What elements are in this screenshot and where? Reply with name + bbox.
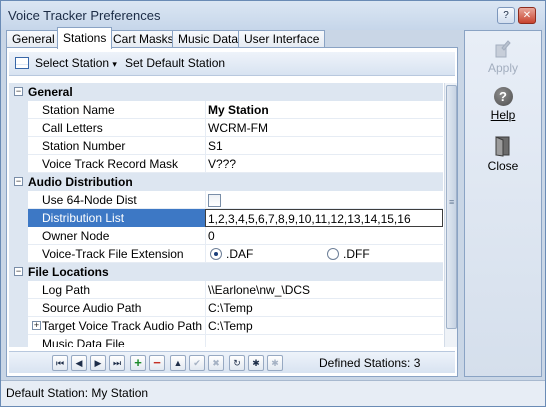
property-name: Call Letters	[42, 121, 103, 135]
property-row[interactable]: Station Number S1	[9, 137, 443, 155]
property-name: Station Number	[42, 139, 126, 153]
property-value	[205, 191, 443, 209]
property-name: Music Data File	[42, 337, 125, 347]
apply-label: Apply	[487, 61, 519, 75]
door-icon	[494, 135, 512, 157]
property-name: Owner Node	[42, 229, 110, 243]
delete-record-icon[interactable]: −	[149, 355, 165, 371]
select-station-label: Select Station	[35, 56, 110, 70]
property-row[interactable]: Voice Track Record Mask V???	[9, 155, 443, 173]
clear-filter-icon[interactable]: ✱	[267, 355, 283, 371]
property-value[interactable]: My Station	[205, 101, 443, 119]
help-label: Help	[490, 108, 516, 122]
last-record-icon[interactable]: ⏭	[109, 355, 125, 371]
property-row[interactable]: Log Path \\Earlone\nw_\DCS	[9, 281, 443, 299]
collapse-icon[interactable]: −	[14, 177, 23, 186]
property-value[interactable]: C:\Temp	[205, 299, 443, 317]
use-64-node-checkbox[interactable]	[208, 194, 221, 207]
close-title-button[interactable]: ✕	[518, 7, 536, 24]
property-row[interactable]: Voice-Track File Extension .DAF .DFF	[9, 245, 443, 263]
help-icon: ?	[493, 87, 513, 106]
radio-label: .DAF	[226, 247, 254, 261]
property-value[interactable]: 0	[205, 227, 443, 245]
title-bar: Voice Tracker Preferences ? ✕	[1, 1, 545, 30]
property-row[interactable]: Station Name My Station	[9, 101, 443, 119]
tab-music-data[interactable]: Music Data	[172, 30, 245, 48]
defined-stations-count: Defined Stations: 3	[319, 356, 421, 370]
category-general[interactable]: − General	[9, 83, 443, 101]
apply-icon	[494, 39, 512, 59]
radio-label: .DFF	[343, 247, 370, 261]
property-name: Voice Track Record Mask	[42, 157, 179, 171]
property-name: Voice-Track File Extension	[42, 247, 184, 261]
select-station-button[interactable]: Select Station ▾	[35, 56, 117, 70]
radio-selected-icon	[210, 248, 222, 260]
collapse-icon[interactable]: −	[14, 267, 23, 276]
status-bar: Default Station: My Station	[1, 380, 545, 406]
property-value[interactable]: \\Earlone\nw_\DCS	[205, 281, 443, 299]
cancel-edit-icon[interactable]: ✖	[208, 355, 224, 371]
category-label: General	[28, 85, 73, 99]
property-row[interactable]: Source Audio Path C:\Temp	[9, 299, 443, 317]
property-grid[interactable]: − General Station Name My Station Call L…	[9, 83, 443, 347]
filter-icon[interactable]: ✱	[248, 355, 264, 371]
tab-user-interface[interactable]: User Interface	[238, 30, 326, 48]
property-value[interactable]	[205, 335, 443, 347]
distribution-list-input[interactable]: 1,2,3,4,5,6,7,8,9,10,11,12,13,14,15,16	[205, 209, 443, 227]
preferences-window: Voice Tracker Preferences ? ✕ General St…	[0, 0, 546, 407]
property-value[interactable]: S1	[205, 137, 443, 155]
property-row[interactable]: Owner Node 0	[9, 227, 443, 245]
refresh-icon[interactable]: ↻	[229, 355, 245, 371]
record-navigator: ⏮ ◀ ▶ ⏭ + − ▲ ✔ ✖ ↻ ✱ ✱ Defined Stations…	[9, 351, 455, 373]
close-label: Close	[487, 159, 519, 173]
property-row[interactable]: Music Data File	[9, 335, 443, 347]
tab-cart-masks[interactable]: Cart Masks	[107, 30, 180, 48]
apply-button[interactable]: Apply	[465, 39, 541, 75]
tab-general[interactable]: General	[6, 30, 61, 48]
action-sidebar: Apply ? Help Close	[464, 30, 542, 377]
category-label: File Locations	[28, 265, 109, 279]
property-value[interactable]: WCRM-FM	[205, 119, 443, 137]
tab-stations[interactable]: Stations	[57, 27, 113, 49]
category-label: Audio Distribution	[28, 175, 133, 189]
next-record-icon[interactable]: ▶	[90, 355, 106, 371]
property-name: Station Name	[42, 103, 115, 117]
property-value: .DAF .DFF	[205, 245, 443, 263]
property-name: Use 64-Node Dist	[42, 193, 137, 207]
property-value[interactable]: C:\Temp	[205, 317, 443, 335]
property-name: Distribution List	[28, 209, 205, 227]
property-value[interactable]: V???	[205, 155, 443, 173]
prev-record-icon[interactable]: ◀	[71, 355, 87, 371]
help-button[interactable]: ? Help	[465, 87, 541, 122]
radio-daf[interactable]: .DAF	[210, 247, 253, 261]
station-toolbar: Select Station ▾ Set Default Station	[9, 52, 455, 76]
property-row[interactable]: Call Letters WCRM-FM	[9, 119, 443, 137]
first-record-icon[interactable]: ⏮	[52, 355, 68, 371]
category-file-locations[interactable]: − File Locations	[9, 263, 443, 281]
property-row[interactable]: + Target Voice Track Audio Path C:\Temp	[9, 317, 443, 335]
post-record-icon[interactable]: ✔	[189, 355, 205, 371]
category-audio-distribution[interactable]: − Audio Distribution	[9, 173, 443, 191]
property-name: Source Audio Path	[42, 301, 142, 315]
radio-dff[interactable]: .DFF	[327, 247, 370, 261]
add-record-icon[interactable]: +	[130, 355, 146, 371]
property-name: Target Voice Track Audio Path	[42, 319, 203, 333]
grid-icon	[15, 57, 29, 69]
stations-panel: Select Station ▾ Set Default Station − G…	[6, 47, 458, 377]
grip-icon: ≡	[449, 197, 455, 207]
window-title: Voice Tracker Preferences	[8, 8, 161, 23]
radio-icon	[327, 248, 339, 260]
close-button[interactable]: Close	[465, 135, 541, 173]
collapse-icon[interactable]: −	[14, 87, 23, 96]
dropdown-caret-icon: ▾	[112, 59, 117, 69]
property-row[interactable]: Distribution List 1,2,3,4,5,6,7,8,9,10,1…	[9, 209, 443, 227]
property-name: Log Path	[42, 283, 91, 297]
set-default-station-button[interactable]: Set Default Station	[125, 56, 225, 70]
scrollbar-thumb[interactable]: ≡	[446, 85, 457, 329]
move-up-icon[interactable]: ▲	[170, 355, 186, 371]
property-row[interactable]: Use 64-Node Dist	[9, 191, 443, 209]
status-text: Default Station: My Station	[6, 386, 149, 400]
vertical-scrollbar[interactable]: ≡	[444, 83, 457, 347]
help-title-button[interactable]: ?	[497, 7, 515, 24]
